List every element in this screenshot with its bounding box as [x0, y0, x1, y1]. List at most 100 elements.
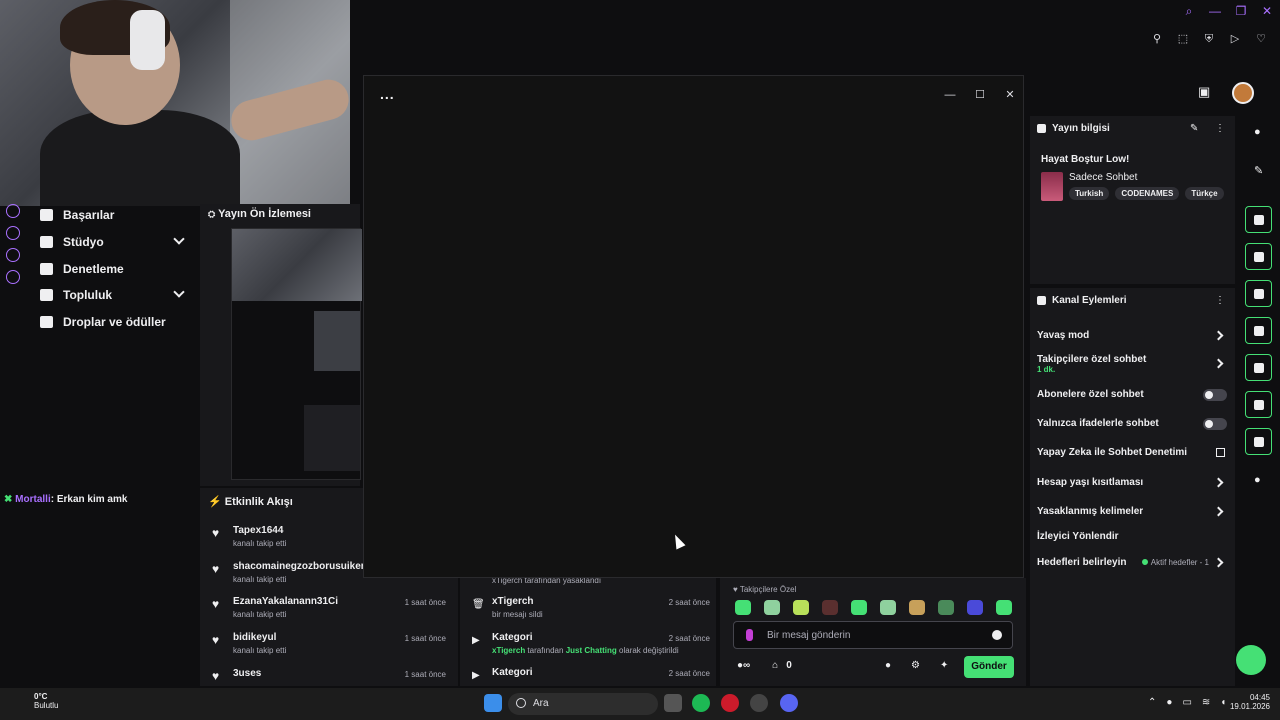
action-banned-words[interactable]: Yasaklanmış kelimeler — [1037, 506, 1227, 517]
start-icon[interactable] — [484, 694, 502, 712]
chat-icon[interactable] — [6, 248, 20, 262]
crop-icon[interactable]: ⬚ — [1176, 32, 1190, 46]
emote-icon[interactable] — [822, 600, 838, 615]
close-icon[interactable]: ✕ — [1260, 4, 1274, 18]
send-button[interactable]: Gönder — [964, 656, 1014, 678]
action-account-age[interactable]: Hesap yaşı kısıtlaması — [1037, 477, 1227, 488]
emote-icon[interactable] — [851, 600, 867, 615]
sidebar-item-achievements[interactable]: Başarılar — [40, 208, 114, 222]
camera-icon[interactable]: ▣ — [1198, 84, 1214, 99]
more-icon[interactable]: ⋮ — [1215, 295, 1225, 306]
mic-icon[interactable] — [746, 629, 753, 641]
more-icon[interactable]: ⋮ — [1215, 123, 1225, 134]
info-icon[interactable]: ● — [1254, 126, 1261, 138]
tag[interactable]: Turkish — [1069, 187, 1110, 200]
emote-icon[interactable] — [938, 600, 954, 615]
close-icon[interactable]: ✕ — [1004, 89, 1016, 101]
emote-icon[interactable] — [880, 600, 896, 615]
action-label: Takipçilere özel sohbet — [1037, 354, 1147, 365]
discord-icon[interactable] — [780, 694, 798, 712]
chevron-down-icon[interactable] — [173, 286, 185, 298]
toggle-switch[interactable] — [1203, 389, 1227, 401]
wrench-icon — [1037, 124, 1046, 133]
rail-bolt-button[interactable] — [1245, 243, 1272, 270]
toggle-switch[interactable] — [1203, 418, 1227, 430]
steam-icon[interactable] — [750, 694, 768, 712]
chat-settings-icon[interactable]: ⚙ — [911, 661, 921, 671]
taskview-icon[interactable] — [664, 694, 682, 712]
rail-chat-button[interactable] — [1245, 317, 1272, 344]
points-icon[interactable]: ●∞ — [737, 660, 750, 671]
category-name[interactable]: Sadece Sohbet — [1069, 172, 1137, 183]
chat-input[interactable]: Bir mesaj gönderin — [733, 621, 1013, 649]
rail-camera-button[interactable] — [1245, 206, 1272, 233]
chevron-down-icon[interactable] — [173, 233, 185, 245]
preview-thumbnail — [231, 228, 362, 480]
settings-icon[interactable] — [6, 270, 20, 284]
pencil-icon[interactable]: ✎ — [1254, 164, 1263, 177]
action-label: İzleyici Yönlendir — [1037, 531, 1119, 542]
shield-icon[interactable]: ⛨ — [1202, 32, 1216, 46]
modlog-time: 2 saat önce — [668, 669, 710, 678]
help-button[interactable] — [1236, 645, 1266, 675]
activity-time: 1 saat önce — [404, 634, 446, 643]
chevron-up-icon[interactable]: ⌃ — [1148, 697, 1156, 708]
action-raid[interactable]: İzleyici Yönlendir — [1037, 531, 1227, 542]
action-emote-only[interactable]: Yalnızca ifadelerle sohbet — [1037, 418, 1227, 430]
sidebar-item-label: Denetleme — [63, 262, 124, 276]
sidebar-item-drops[interactable]: Droplar ve ödüller — [40, 315, 166, 329]
pin-icon[interactable]: ⚲ — [1150, 32, 1164, 46]
tag[interactable]: CODENAMES — [1115, 187, 1180, 200]
tag-list: Turkish CODENAMES Türkçe — [1069, 187, 1224, 200]
rail-notes-button[interactable] — [1245, 280, 1272, 307]
sidebar-item-studio[interactable]: Stüdyo — [40, 235, 104, 249]
circle-icon[interactable] — [6, 204, 20, 218]
emote-icon[interactable] — [793, 600, 809, 615]
network-icon[interactable]: ≋ — [1202, 697, 1210, 708]
mic-icon[interactable]: ● — [1166, 697, 1172, 708]
heart-icon: ♥ — [733, 585, 738, 594]
action-goals[interactable]: Hedefleri belirleyin Aktif hedefler - 1 — [1037, 557, 1227, 568]
rail-broadcast-button[interactable] — [1245, 354, 1272, 381]
display-icon[interactable]: ▭ — [1182, 697, 1191, 708]
points-icon[interactable]: ● — [1254, 474, 1261, 486]
emote-icon[interactable] — [735, 600, 751, 615]
maximize-icon[interactable]: ☐ — [974, 89, 986, 101]
clock-icon[interactable] — [6, 226, 20, 240]
minimize-icon[interactable]: — — [1208, 4, 1222, 18]
taskbar-clock[interactable]: 04:45 19.01.2026 — [1222, 693, 1270, 711]
store-icon[interactable]: ⌂ — [772, 660, 778, 671]
search-icon[interactable]: ⌕ — [1182, 4, 1196, 18]
action-ai-moderation[interactable]: Yapay Zeka ile Sohbet Denetimi — [1037, 447, 1227, 458]
emote-icon[interactable] — [909, 600, 925, 615]
action-follower-only[interactable]: Takipçilere özel sohbet 1 dk. — [1037, 354, 1227, 374]
window-menu[interactable]: ... — [380, 86, 395, 102]
opera-icon[interactable] — [721, 694, 739, 712]
chat-tools-icon[interactable]: ✦ — [940, 661, 950, 671]
taskbar-search[interactable]: Ara — [508, 693, 658, 715]
action-label: Hedefleri belirleyin — [1037, 557, 1127, 568]
sidebar-item-community[interactable]: Topluluk — [40, 288, 112, 302]
edit-icon[interactable]: ✎ — [1190, 123, 1198, 134]
rail-layout-button[interactable] — [1245, 391, 1272, 418]
sidebar-item-moderation[interactable]: Denetleme — [40, 262, 124, 276]
channel-actions-title: Kanal Eylemleri — [1037, 295, 1126, 306]
minimize-icon[interactable]: — — [944, 89, 956, 101]
heart-icon[interactable]: ♡ — [1254, 32, 1268, 46]
activity-user: 3uses — [233, 668, 262, 679]
spotify-icon[interactable] — [692, 694, 710, 712]
action-sub-only[interactable]: Abonelere özel sohbet — [1037, 389, 1227, 401]
emote-icon[interactable] — [967, 600, 983, 615]
chat-bubble-icon[interactable]: ● — [885, 661, 895, 671]
tag[interactable]: Türkçe — [1185, 187, 1224, 200]
play-icon[interactable]: ▷ — [1228, 32, 1242, 46]
rail-wrench-button[interactable] — [1245, 428, 1272, 455]
avatar[interactable] — [1232, 82, 1254, 104]
emote-icon[interactable] — [764, 600, 780, 615]
restore-icon[interactable]: ❐ — [1234, 4, 1248, 18]
emote-icon[interactable] — [996, 600, 1012, 615]
action-slow-mode[interactable]: Yavaş mod — [1037, 330, 1227, 341]
emoji-icon[interactable] — [992, 630, 1002, 640]
weather-widget[interactable]: 0°C Bulutlu — [12, 692, 58, 710]
activity-user: bidikeyul — [233, 632, 277, 643]
